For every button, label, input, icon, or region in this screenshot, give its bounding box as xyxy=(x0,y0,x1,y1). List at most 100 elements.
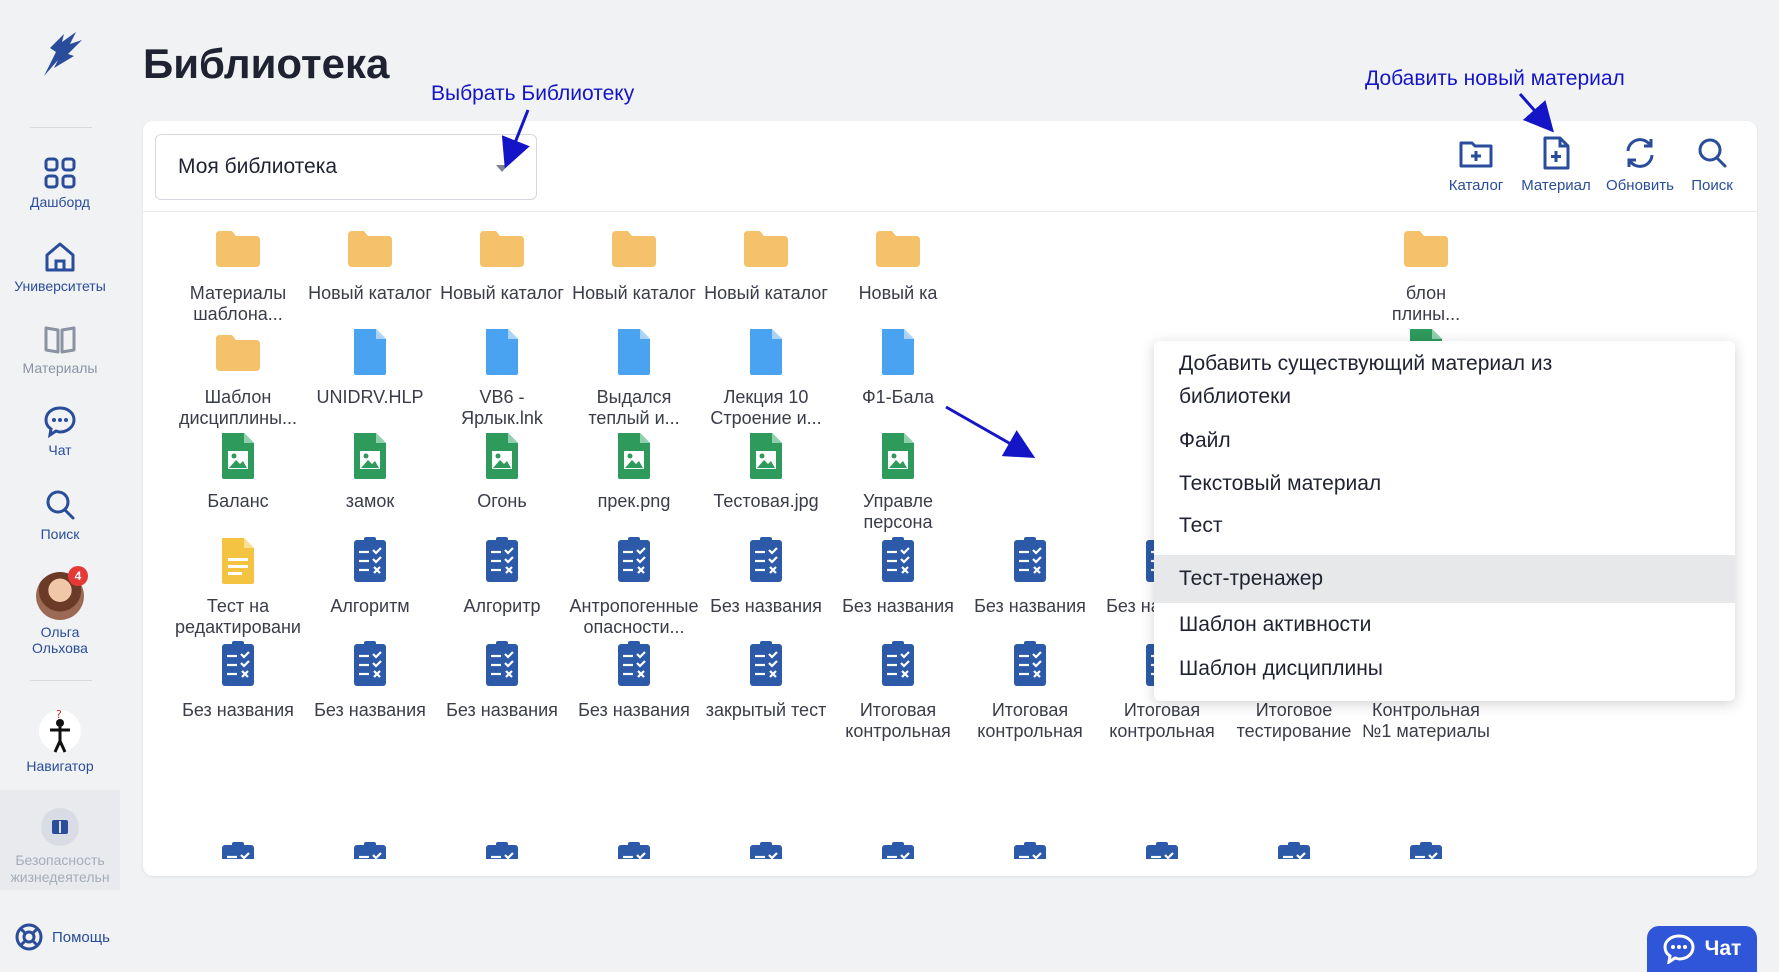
file-name-line2: опасности... xyxy=(583,617,685,637)
test-icon xyxy=(1014,641,1046,686)
add-catalog-label: Каталог xyxy=(1448,177,1504,194)
chevron-down-icon xyxy=(496,165,508,172)
folder-icon xyxy=(480,231,524,267)
search-button[interactable]: Поиск xyxy=(1684,135,1740,194)
file-name-line1: Баланс xyxy=(207,491,269,511)
help-link[interactable]: Помощь xyxy=(14,922,110,952)
folder-item[interactable]: Новый ка xyxy=(823,221,973,304)
folder-item[interactable]: Шаблон дисциплины... xyxy=(163,325,313,429)
folder-item[interactable]: блон плины... xyxy=(1351,221,1501,325)
file-name-line1: Итоговое xyxy=(1255,700,1333,720)
folder-item[interactable]: Новый каталог xyxy=(295,221,445,304)
file-item[interactable]: Без названия xyxy=(955,534,1105,617)
search-label: Поиск xyxy=(1691,177,1733,194)
test-icon[interactable] xyxy=(746,839,786,859)
file-item[interactable]: VB6 - Ярлык.lnk xyxy=(427,325,577,429)
menu-item-discipline-template[interactable]: Шаблон дисциплины xyxy=(1154,647,1735,691)
file-name-line1: прек.png xyxy=(597,491,671,511)
course-book-icon xyxy=(41,808,79,846)
sidebar-item-universities[interactable]: Университеты xyxy=(0,240,120,294)
test-icon[interactable] xyxy=(218,839,258,859)
folder-plus-icon xyxy=(1459,141,1493,168)
sidebar-item-chat[interactable]: Чат xyxy=(0,404,120,458)
add-material-button[interactable]: Материал xyxy=(1516,135,1596,194)
folder-item[interactable]: Материалы шаблона... xyxy=(163,221,313,325)
test-icon[interactable] xyxy=(1010,839,1050,859)
file-item[interactable]: замок xyxy=(295,429,445,512)
folder-item[interactable]: Новый каталог xyxy=(427,221,577,304)
file-item[interactable]: UNIDRV.HLP xyxy=(295,325,445,408)
folder-item[interactable]: Новый каталог xyxy=(691,221,841,304)
test-icon[interactable] xyxy=(614,839,654,859)
add-catalog-button[interactable]: Каталог xyxy=(1443,135,1509,194)
test-icon[interactable] xyxy=(1274,839,1314,859)
file-item[interactable]: Итоговая контрольная xyxy=(823,638,973,742)
file-item[interactable]: Без названия xyxy=(295,638,445,721)
test-icon[interactable] xyxy=(482,839,522,859)
image-file-icon xyxy=(882,433,914,479)
sidebar-item-label: Навигатор xyxy=(26,758,94,774)
file-name-line2: контрольная xyxy=(977,721,1083,741)
file-item[interactable]: Без названия xyxy=(691,534,841,617)
sidebar-item-search[interactable]: Поиск xyxy=(0,488,120,542)
current-course[interactable]: Безопасность жизнедеятельн xyxy=(0,790,120,890)
user-profile[interactable]: 4 Ольга Ольхова xyxy=(0,566,120,656)
file-item[interactable]: Без названия xyxy=(427,638,577,721)
add-material-menu: Добавить существующий материал из библио… xyxy=(1154,341,1735,701)
file-item[interactable]: Без названия xyxy=(823,534,973,617)
file-item[interactable]: прек.png xyxy=(559,429,709,512)
sidebar-item-dashboard[interactable]: Дашборд xyxy=(0,156,120,210)
menu-item-text-material[interactable]: Текстовый материал xyxy=(1154,464,1735,504)
test-icon[interactable] xyxy=(1406,839,1446,859)
file-item[interactable]: Тест на редактировани xyxy=(163,534,313,638)
file-item[interactable]: Баланс xyxy=(163,429,313,512)
menu-item-activity-template[interactable]: Шаблон активности xyxy=(1154,603,1735,647)
file-item[interactable]: Лекция 10 Строение и... xyxy=(691,325,841,429)
file-item[interactable]: Управле персона xyxy=(823,429,973,533)
file-item[interactable]: Ф1-Бала xyxy=(823,325,973,408)
file-item[interactable]: Без названия xyxy=(559,638,709,721)
image-file-icon xyxy=(618,433,650,479)
course-title-line2: жизнедеятельн xyxy=(10,869,110,885)
file-item[interactable]: Антропогенные опасности... xyxy=(559,534,709,638)
file-item[interactable]: Без названия xyxy=(163,638,313,721)
menu-item-add-existing[interactable]: Добавить существующий материал из xyxy=(1154,347,1735,380)
file-name-line1: UNIDRV.HLP xyxy=(316,387,424,407)
file-name-line1: Без названия xyxy=(182,700,294,720)
file-item[interactable]: закрытый тест xyxy=(691,638,841,721)
add-material-label: Материал xyxy=(1521,177,1591,194)
file-name-line1: Итоговая xyxy=(991,700,1069,720)
sidebar-item-materials[interactable]: Материалы xyxy=(0,322,120,376)
menu-item-add-existing-line2[interactable]: библиотеки xyxy=(1154,380,1735,413)
file-name-line1: Без названия xyxy=(578,700,690,720)
file-item[interactable]: Огонь xyxy=(427,429,577,512)
chat-button[interactable]: Чат xyxy=(1647,926,1757,972)
logo-icon[interactable] xyxy=(36,28,86,80)
folder-icon xyxy=(876,231,920,267)
test-icon xyxy=(750,641,782,686)
file-name-line1: Тест на xyxy=(206,596,270,616)
sidebar-item-navigator[interactable]: ? Навигатор xyxy=(0,708,120,774)
file-item[interactable]: Алгоритм xyxy=(295,534,445,617)
menu-item-file[interactable]: Файл xyxy=(1154,421,1735,461)
refresh-button[interactable]: Обновить xyxy=(1602,135,1678,194)
menu-item-test[interactable]: Тест xyxy=(1154,506,1735,546)
test-icon[interactable] xyxy=(878,839,918,859)
folder-icon xyxy=(216,335,260,371)
annotation-select-library: Выбрать Библиотеку xyxy=(431,82,635,105)
test-icon[interactable] xyxy=(350,839,390,859)
file-item[interactable]: Выдался теплый и... xyxy=(559,325,709,429)
folder-icon xyxy=(348,231,392,267)
folder-item[interactable]: Новый каталог xyxy=(559,221,709,304)
library-select[interactable]: Моя библиотека xyxy=(155,134,537,200)
test-icon xyxy=(882,641,914,686)
file-item[interactable]: Тестовая.jpg xyxy=(691,429,841,512)
menu-item-test-trainer[interactable]: Тест-тренажер xyxy=(1154,555,1735,603)
file-name-line1: Контрольная xyxy=(1372,700,1480,720)
test-icon[interactable] xyxy=(1142,839,1182,859)
file-name-line2: теплый и... xyxy=(588,408,680,428)
file-item[interactable]: Алгоритр xyxy=(427,534,577,617)
lifebuoy-icon xyxy=(15,923,43,951)
file-item[interactable]: Итоговая контрольная xyxy=(955,638,1105,742)
test-icon xyxy=(486,537,518,582)
